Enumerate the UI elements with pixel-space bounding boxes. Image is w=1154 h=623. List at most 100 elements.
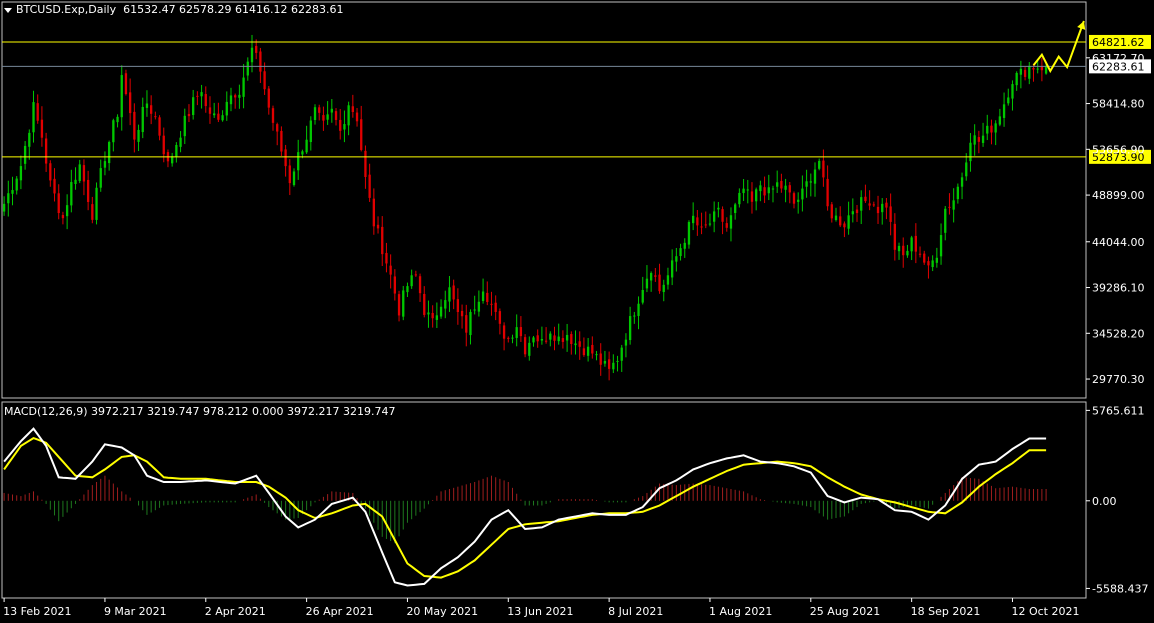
candle-body [675, 256, 678, 262]
price-y-tick-label: 29770.30 [1092, 373, 1145, 386]
candle-body [7, 193, 10, 204]
candle-body [923, 253, 926, 263]
x-tick-label: 18 Sep 2021 [911, 605, 981, 618]
candle-body [876, 206, 880, 214]
candle-body [204, 94, 207, 107]
candle-body [826, 178, 829, 207]
candle-body [175, 144, 178, 158]
candle-body [133, 111, 136, 140]
candle-body [1028, 65, 1031, 79]
candle-body [23, 145, 27, 164]
candle-body [679, 248, 682, 257]
candle-body [376, 224, 380, 229]
candle-body [662, 284, 665, 293]
x-tick-label: 8 Jul 2021 [608, 605, 663, 618]
price-y-tick-label: 44044.00 [1092, 236, 1145, 249]
candle-body [498, 311, 502, 324]
candle-body [1002, 104, 1006, 118]
candle-body [36, 103, 39, 121]
candle-body [729, 215, 733, 229]
candle-body [935, 257, 939, 263]
candle-body [565, 334, 569, 341]
candle-body [460, 310, 464, 317]
candle-body [57, 193, 60, 214]
candle-body [465, 315, 468, 333]
candle-body [19, 166, 23, 181]
candle-body [738, 192, 741, 205]
candle-body [162, 135, 165, 155]
dropdown-arrow-icon[interactable] [4, 7, 12, 13]
candle-body [704, 224, 707, 226]
chart-root: 64821.62 52873.90 62283.61 63172.70 58414.80… [0, 0, 1154, 620]
candle-body [1019, 68, 1023, 75]
candle-body [557, 336, 560, 342]
candle-body [511, 337, 514, 339]
candle-body [868, 203, 871, 206]
candle-body [44, 138, 48, 164]
candle-body [561, 338, 565, 342]
candle-body [137, 129, 140, 142]
candle-body [666, 275, 670, 285]
candle-body [1040, 66, 1044, 71]
candle-body [948, 206, 951, 208]
candle-body [158, 117, 161, 136]
candle-body [246, 61, 249, 76]
candle-body [107, 142, 111, 164]
candle-body [603, 361, 607, 364]
candle-body [927, 261, 930, 266]
candle-body [372, 198, 375, 227]
x-tick-label: 25 Aug 2021 [810, 605, 880, 618]
candle-body [637, 303, 640, 316]
candle-body [95, 187, 98, 220]
chart-header: BTCUSD.Exp,Daily 61532.47 62578.29 61416… [4, 3, 344, 16]
candle-body [271, 108, 275, 123]
candle-body [540, 338, 544, 341]
macd-header: MACD(12,26,9) 3972.217 3219.747 978.212 … [4, 405, 396, 418]
candle-body [805, 181, 808, 187]
candle-body [624, 339, 628, 346]
candle-body [103, 161, 107, 168]
candle-body [141, 106, 144, 133]
candle-body [238, 94, 241, 98]
candle-body [53, 178, 56, 194]
candle-body [767, 187, 770, 194]
candle-body [225, 101, 228, 116]
candle-body [574, 343, 577, 346]
candle-body [788, 185, 791, 193]
candle-body [1011, 84, 1014, 99]
ohlc-values: 61532.47 62578.29 61416.12 62283.61 [123, 3, 344, 16]
candle-body [792, 193, 796, 204]
candle-body [322, 115, 325, 121]
candle-body [717, 207, 720, 210]
candle-body [839, 216, 842, 226]
candle-body [519, 327, 523, 337]
candle-body [641, 290, 644, 303]
candle-body [834, 215, 838, 221]
candle-body [456, 299, 460, 313]
candle-body [893, 223, 896, 250]
candle-body [906, 250, 909, 256]
candle-body [263, 71, 266, 90]
candle-body [881, 203, 884, 213]
candle-body [910, 237, 913, 252]
candle-body [402, 290, 405, 317]
candle-body [750, 191, 754, 202]
candle-body [532, 337, 535, 343]
x-tick-label: 12 Oct 2021 [1011, 605, 1079, 618]
candle-body [288, 165, 291, 184]
candle-body [956, 186, 960, 200]
x-tick-label: 1 Aug 2021 [709, 605, 772, 618]
candle-body [339, 119, 342, 131]
candle-body [78, 164, 81, 182]
candle-body [410, 275, 413, 287]
candle-body [406, 286, 409, 293]
candle-body [616, 360, 619, 362]
candle-body [721, 209, 724, 222]
candle-body [490, 303, 493, 305]
candle-body [683, 242, 686, 249]
candle-body [418, 276, 422, 294]
candle-body [213, 113, 216, 116]
candle-body [179, 137, 182, 147]
candle-body [255, 45, 258, 53]
candle-body [145, 103, 149, 108]
